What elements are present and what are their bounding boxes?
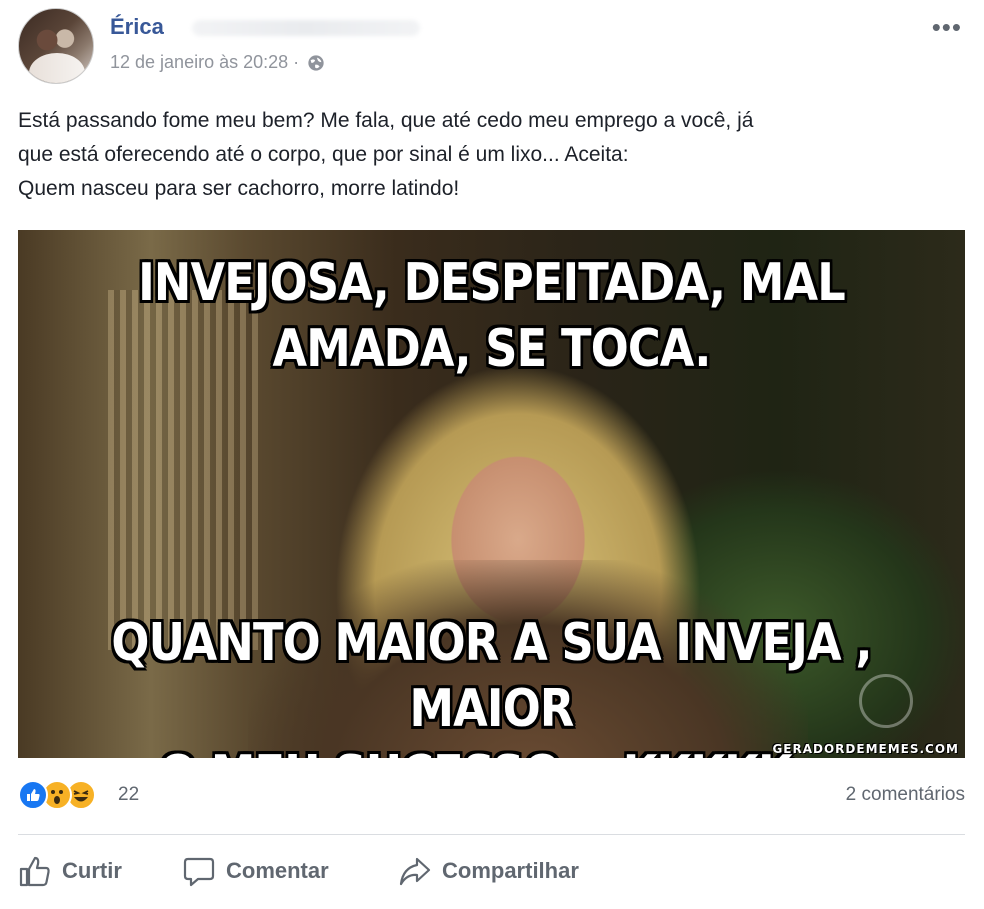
meme-caption-line: AMADA, SE TOCA. — [272, 319, 711, 379]
like-button[interactable]: Curtir — [18, 854, 122, 888]
meme-watermark: GERADORDEMEMES.COM — [772, 742, 959, 756]
more-options-icon[interactable]: ••• — [932, 12, 962, 43]
tv-logo-icon — [859, 674, 913, 728]
meme-caption-line: INVEJOSA, DESPEITADA, MAL — [138, 253, 846, 313]
reactions-bar: 22 2 comentários — [18, 778, 965, 814]
meme-caption-line: QUANTO MAIOR A SUA INVEJA , MAIOR — [111, 613, 872, 739]
share-arrow-icon — [399, 857, 431, 886]
comment-button[interactable]: Comentar — [182, 854, 329, 888]
post-header: Érica 12 de janeiro às 20:28 · ••• — [18, 8, 968, 88]
post-text-line: Quem nasceu para ser cachorro, morre lat… — [18, 177, 460, 200]
author-name[interactable]: Érica — [110, 14, 164, 40]
post-text-line: Está passando fome meu bem? Me fala, que… — [18, 109, 754, 132]
meme-bottom-caption: QUANTO MAIOR A SUA INVEJA , MAIOR O MEU … — [84, 610, 898, 758]
thumbs-up-icon — [19, 856, 50, 887]
globe-icon — [308, 54, 324, 71]
meme-top-caption: INVEJOSA, DESPEITADA, MAL AMADA, SE TOCA… — [84, 250, 898, 382]
author-avatar[interactable] — [18, 8, 94, 84]
post-timestamp[interactable]: 12 de janeiro às 20:28 · — [110, 52, 299, 73]
comment-bubble-icon — [183, 857, 215, 887]
post-text: Está passando fome meu bem? Me fala, que… — [18, 104, 968, 206]
divider — [18, 834, 965, 835]
meme-image[interactable]: INVEJOSA, DESPEITADA, MAL AMADA, SE TOCA… — [18, 230, 965, 758]
comment-count[interactable]: 2 comentários — [846, 784, 965, 806]
post-text-line: que está oferecendo até o corpo, que por… — [18, 143, 629, 166]
reaction-count[interactable]: 22 — [118, 784, 139, 806]
share-button[interactable]: Compartilhar — [398, 854, 579, 888]
like-button-label: Curtir — [62, 858, 122, 883]
action-bar: Curtir Comentar Compartilhar — [18, 848, 965, 898]
comment-button-label: Comentar — [226, 858, 329, 883]
timestamp-row: 12 de janeiro às 20:28 · — [110, 52, 325, 73]
blurred-tagged-name — [192, 20, 420, 36]
share-button-label: Compartilhar — [442, 858, 579, 883]
like-icon[interactable] — [18, 780, 48, 810]
